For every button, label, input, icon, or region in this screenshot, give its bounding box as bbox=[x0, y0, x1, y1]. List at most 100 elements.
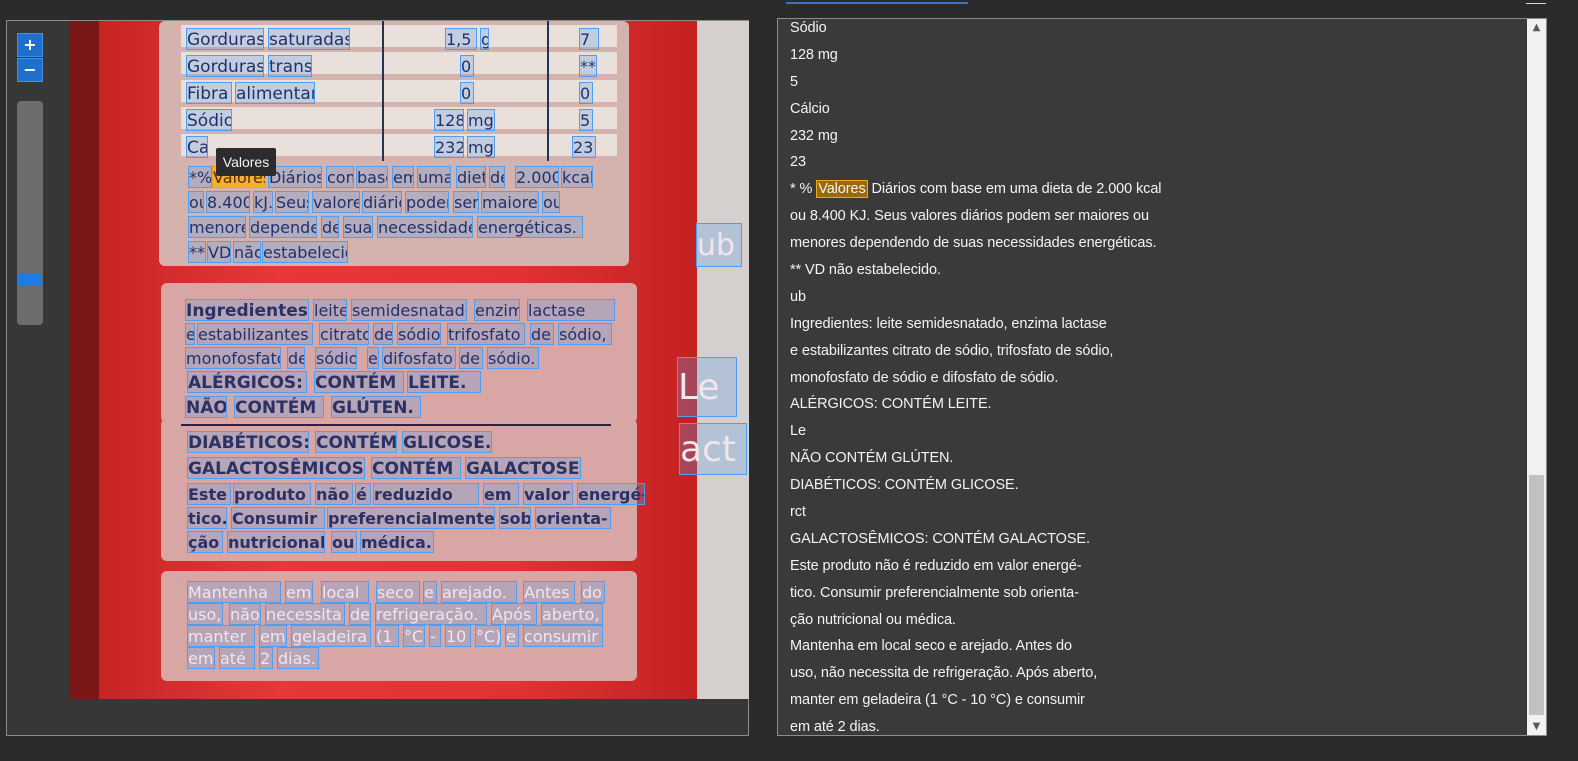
ocr-word-box[interactable]: de bbox=[287, 347, 305, 369]
ocr-word-box[interactable]: g bbox=[480, 28, 489, 50]
ocr-word-box[interactable]: ** bbox=[579, 55, 597, 77]
ocr-word-box[interactable]: 128 bbox=[434, 109, 464, 131]
ocr-word-box[interactable]: Le bbox=[677, 357, 737, 417]
scroll-down-arrow-icon[interactable]: ▼ bbox=[1527, 718, 1546, 735]
scroll-up-arrow-icon[interactable]: ▲ bbox=[1527, 19, 1546, 36]
ocr-word-box[interactable]: 7 bbox=[579, 28, 599, 50]
ocr-word-box[interactable]: Consumir bbox=[231, 507, 325, 529]
ocr-word-box[interactable]: CONTÉM bbox=[314, 371, 404, 393]
ocr-word-box[interactable]: sódio bbox=[315, 347, 357, 369]
ocr-word-box[interactable]: GALACTOSE. bbox=[465, 457, 581, 479]
ocr-word-box[interactable]: saturadas bbox=[268, 28, 350, 50]
ocr-word-box[interactable]: ub bbox=[696, 223, 742, 267]
ocr-word-box[interactable]: em bbox=[259, 625, 287, 647]
ocr-word-box[interactable]: sódio. bbox=[487, 347, 539, 369]
ocr-word-box[interactable]: mg bbox=[467, 109, 495, 131]
ocr-word-box[interactable]: arejado. bbox=[441, 581, 517, 603]
ocr-word-box[interactable]: seco bbox=[376, 581, 420, 603]
ocr-word-box[interactable]: não bbox=[229, 603, 261, 625]
zoom-out-button[interactable]: − bbox=[17, 58, 43, 82]
ocr-word-box[interactable]: 0 bbox=[460, 82, 474, 104]
ocr-word-box[interactable]: act bbox=[679, 423, 747, 475]
ocr-word-box[interactable]: VD bbox=[207, 241, 231, 263]
ocr-word-box[interactable]: não bbox=[233, 241, 261, 263]
ocr-word-box[interactable]: com bbox=[326, 166, 354, 188]
ocr-word-box[interactable]: °C bbox=[403, 625, 425, 647]
ocr-word-box[interactable]: de bbox=[459, 347, 483, 369]
ocr-word-box[interactable]: 2.000 bbox=[515, 166, 559, 188]
ocr-word-box[interactable]: ção bbox=[187, 531, 223, 553]
ocr-word-box[interactable]: em bbox=[483, 483, 519, 505]
ocr-word-box[interactable]: nutricional bbox=[227, 531, 325, 553]
ocr-word-box[interactable]: manter bbox=[187, 625, 255, 647]
ocr-word-box[interactable]: uso, bbox=[187, 603, 223, 625]
image-viewer[interactable]: + − Gordurassaturadas 1,5g 7 Gordurastrans 0… bbox=[6, 20, 749, 736]
zoom-in-button[interactable]: + bbox=[17, 33, 43, 57]
ocr-word-box[interactable]: não bbox=[315, 483, 353, 505]
ocr-word-box[interactable]: Seus bbox=[275, 191, 309, 213]
ocr-word-box[interactable]: Fibra bbox=[186, 82, 232, 104]
ocr-word-box[interactable]: Ca bbox=[186, 136, 208, 158]
ocr-word-box[interactable]: consumir bbox=[523, 625, 603, 647]
ocr-word-box[interactable]: maiores bbox=[481, 191, 539, 213]
ocr-word-box[interactable]: 10 bbox=[445, 625, 471, 647]
ocr-word-box[interactable]: sob bbox=[499, 507, 531, 529]
ocr-word-box[interactable]: ou bbox=[542, 191, 560, 213]
ocr-word-box[interactable]: estabelecido. bbox=[262, 241, 348, 263]
ocr-word-box[interactable]: tico. bbox=[187, 507, 227, 529]
ocr-word-box[interactable]: e bbox=[185, 323, 195, 345]
ocr-word-box[interactable]: semidesnatado, bbox=[351, 299, 467, 321]
ocr-word-box[interactable]: de bbox=[373, 323, 393, 345]
ocr-word-box[interactable]: dias. bbox=[277, 647, 319, 669]
ocr-word-box[interactable]: ALÉRGICOS: bbox=[187, 371, 307, 393]
ocr-word-box[interactable]: alimentar bbox=[235, 82, 315, 104]
ocr-word-box[interactable]: enzima bbox=[474, 299, 520, 321]
ocr-word-box[interactable]: - bbox=[429, 625, 441, 647]
ocr-word-box[interactable]: NÃO bbox=[185, 396, 227, 418]
ocr-word-box[interactable]: médica. bbox=[360, 531, 434, 553]
ocr-word-box[interactable]: dependendo bbox=[249, 216, 317, 238]
highlighted-word[interactable]: Valores bbox=[816, 180, 868, 199]
ocr-word-box[interactable]: base bbox=[356, 166, 388, 188]
zoom-slider-thumb[interactable] bbox=[18, 273, 42, 285]
ocr-word-box[interactable]: Gorduras bbox=[186, 28, 264, 50]
ocr-word-box[interactable]: lactase bbox=[527, 299, 615, 321]
ocr-word-box[interactable]: 23 bbox=[572, 136, 596, 158]
ocr-word-box[interactable]: (1 bbox=[375, 625, 399, 647]
ocr-word-box[interactable]: leite bbox=[313, 299, 347, 321]
ocr-word-box[interactable]: Diários bbox=[268, 166, 322, 188]
ocr-word-box[interactable]: GLÚTEN. bbox=[331, 396, 421, 418]
ocr-word-box[interactable]: energé- bbox=[577, 483, 645, 505]
ocr-word-box[interactable]: em bbox=[392, 166, 414, 188]
ocr-word-box[interactable]: sódio, bbox=[397, 323, 441, 345]
ocr-word-box[interactable]: Este bbox=[187, 483, 231, 505]
ocr-word-box[interactable]: ou bbox=[331, 531, 357, 553]
ocr-word-box[interactable]: menores bbox=[188, 216, 246, 238]
ocr-word-box[interactable]: 1,5 bbox=[445, 28, 477, 50]
ocr-word-box[interactable]: mg bbox=[467, 136, 495, 158]
ocr-word-box[interactable]: do bbox=[581, 581, 605, 603]
ocr-word-box[interactable]: necessita bbox=[265, 603, 345, 625]
ocr-word-box[interactable]: ser bbox=[453, 191, 479, 213]
scrollbar-thumb[interactable] bbox=[1529, 475, 1544, 715]
ocr-word-box[interactable]: 0 bbox=[579, 82, 593, 104]
ocr-word-box[interactable]: Ingredientes: bbox=[185, 299, 309, 321]
ocr-word-box[interactable]: reduzido bbox=[373, 483, 479, 505]
ocr-word-box[interactable]: °C) bbox=[475, 625, 501, 647]
ocr-word-box[interactable]: 232 bbox=[434, 136, 464, 158]
ocr-word-box[interactable]: até bbox=[219, 647, 255, 669]
ocr-word-box[interactable]: orienta- bbox=[535, 507, 611, 529]
ocr-word-box[interactable]: Antes bbox=[523, 581, 575, 603]
ocr-word-box[interactable]: e bbox=[505, 625, 519, 647]
ocr-word-box[interactable]: de bbox=[321, 216, 339, 238]
ocr-word-box[interactable]: 5 bbox=[579, 109, 593, 131]
ocr-word-box[interactable]: de bbox=[349, 603, 371, 625]
ocr-word-box[interactable]: e bbox=[423, 581, 437, 603]
ocr-word-box[interactable]: sódio, bbox=[558, 323, 612, 345]
ocr-word-box[interactable]: 8.400 bbox=[206, 191, 250, 213]
ocr-word-box[interactable]: estabilizantes bbox=[197, 323, 313, 345]
ocr-word-box[interactable]: preferencialmente bbox=[327, 507, 495, 529]
ocr-word-box[interactable]: em bbox=[187, 647, 215, 669]
vertical-scrollbar[interactable]: ▲ ▼ bbox=[1527, 19, 1546, 735]
ocr-word-box[interactable]: produto bbox=[233, 483, 311, 505]
